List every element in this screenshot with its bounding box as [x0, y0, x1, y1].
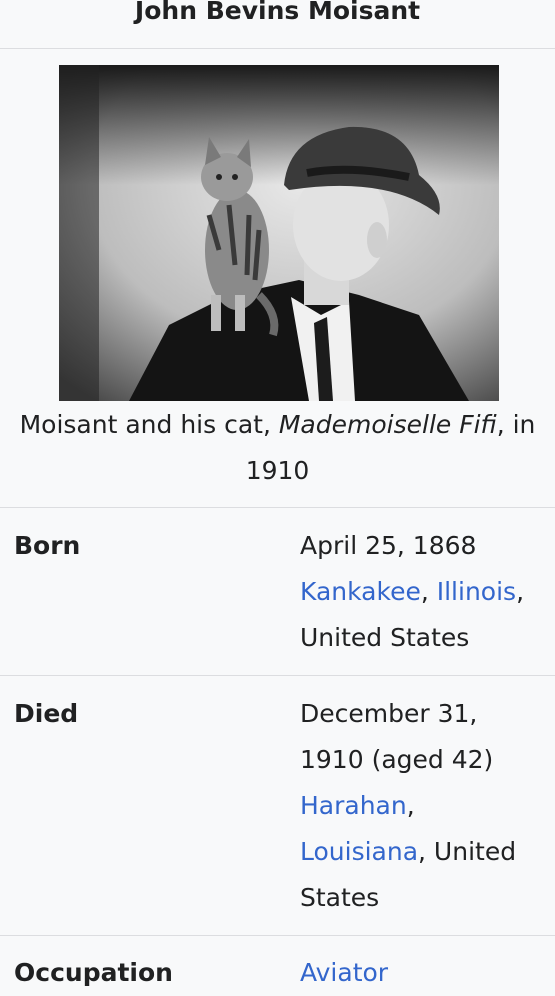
photo-illustration [59, 65, 499, 401]
portrait-photo[interactable] [59, 65, 499, 401]
separator: , [420, 577, 437, 606]
divider [0, 48, 555, 49]
link-kankakee[interactable]: Kankakee [300, 577, 421, 606]
divider [0, 507, 555, 508]
separator: , United [418, 837, 517, 866]
separator: , [406, 791, 415, 820]
row-value-occupation: Aviator [300, 950, 550, 996]
link-harahan[interactable]: Harahan [300, 791, 407, 820]
row-label-occupation: Occupation [14, 958, 173, 987]
death-date-age: 1910 (aged 42) [300, 745, 494, 774]
death-date: December 31, [300, 699, 478, 728]
birth-country: United States [300, 623, 470, 652]
divider [0, 935, 555, 936]
infobox-title: John Bevins Moisant [134, 0, 421, 25]
birth-date: April 25, 1868 [300, 531, 477, 560]
row-label-born: Born [14, 531, 81, 560]
link-illinois[interactable]: Illinois [437, 577, 516, 606]
caption-year: 1910 [245, 456, 310, 485]
link-louisiana[interactable]: Louisiana [300, 837, 418, 866]
photo-caption: Moisant and his cat, Mademoiselle Fifi, … [0, 402, 555, 494]
separator: , [516, 577, 525, 606]
caption-text: , in [496, 410, 536, 439]
divider [0, 675, 555, 676]
row-value-born: April 25, 1868 Kankakee, Illinois, Unite… [300, 523, 550, 661]
caption-cat-name: Mademoiselle Fifi [278, 410, 497, 439]
caption-text: Moisant and his cat, [19, 410, 279, 439]
link-aviator[interactable]: Aviator [300, 950, 550, 996]
death-country: States [300, 883, 380, 912]
row-label-died: Died [14, 699, 79, 728]
row-value-died: December 31, 1910 (aged 42) Harahan, Lou… [300, 691, 550, 921]
